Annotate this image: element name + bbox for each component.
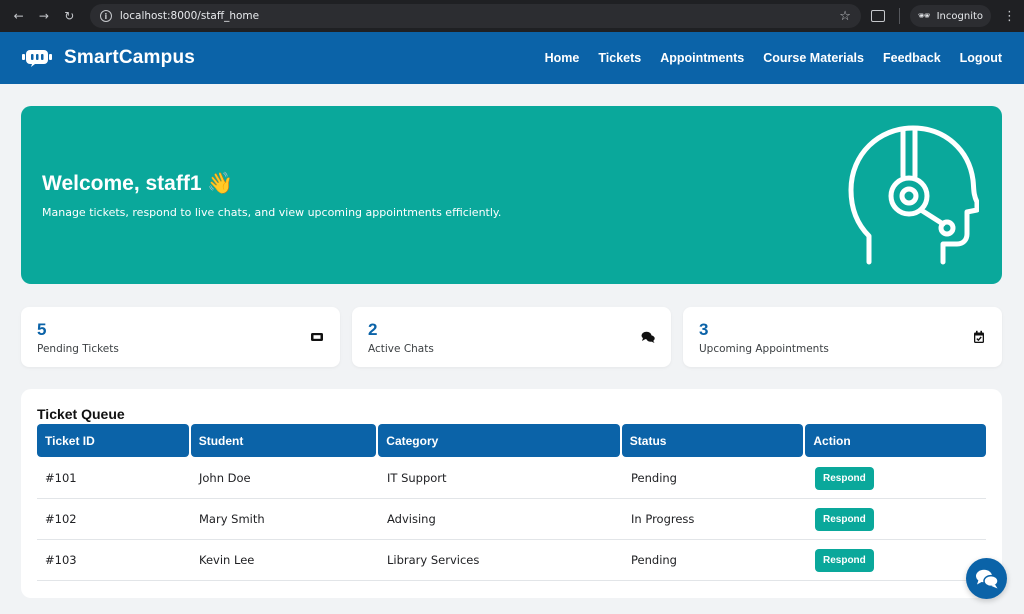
column-header-ticket-id: Ticket ID	[37, 424, 189, 457]
cell-status: Pending	[631, 471, 677, 485]
column-header-category: Category	[378, 424, 620, 457]
browser-menu-icon[interactable]: ⋮	[1003, 9, 1016, 24]
site-info-icon[interactable]: i	[99, 10, 112, 22]
incognito-label: Incognito	[936, 10, 984, 22]
nav-course-materials[interactable]: Course Materials	[763, 51, 864, 65]
back-icon[interactable]: ←	[8, 5, 29, 27]
stat-card-pending-tickets: 5 Pending Tickets	[21, 307, 340, 367]
brand[interactable]: SmartCampus	[22, 47, 195, 69]
respond-button[interactable]: Respond	[815, 507, 874, 531]
cell-student: Kevin Lee	[199, 553, 255, 567]
stat-value: 2	[368, 320, 378, 339]
cell-category: IT Support	[387, 471, 447, 485]
column-header-action: Action	[805, 424, 986, 457]
chat-icon	[641, 331, 655, 343]
headset-support-icon	[848, 125, 979, 265]
cell-student: John Doe	[199, 471, 251, 485]
brand-name: SmartCampus	[64, 47, 196, 68]
cell-action: Respond	[807, 507, 874, 531]
nav-tickets[interactable]: Tickets	[598, 51, 641, 65]
stat-label: Upcoming Appointments	[699, 343, 829, 355]
welcome-subtitle: Manage tickets, respond to live chats, a…	[42, 206, 502, 219]
ticket-icon	[311, 333, 323, 341]
incognito-icon: 🕶	[917, 10, 931, 22]
column-header-student: Student	[190, 424, 377, 457]
stat-label: Pending Tickets	[37, 343, 119, 355]
nav-logout[interactable]: Logout	[960, 51, 1002, 65]
brand-logo-icon	[22, 50, 52, 67]
live-chat-button[interactable]	[966, 558, 1007, 599]
cell-status: Pending	[631, 553, 677, 567]
table-row: #103 Kevin Lee Library Services Pending …	[37, 540, 986, 581]
cell-action: Respond	[807, 548, 874, 572]
table-header: Ticket ID Student Category Status Action	[37, 424, 986, 457]
app-navbar: SmartCampus Home Tickets Appointments Co…	[0, 32, 1024, 84]
url-text[interactable]: localhost:8000/staff_home	[120, 10, 839, 22]
cell-status: In Progress	[631, 512, 695, 526]
welcome-banner: Welcome, staff1 👋 Manage tickets, respon…	[21, 106, 1002, 284]
main-nav: Home Tickets Appointments Course Materia…	[526, 51, 1002, 65]
nav-appointments[interactable]: Appointments	[660, 51, 744, 65]
cell-category: Advising	[387, 512, 436, 526]
calendar-icon	[974, 330, 984, 343]
toolbar-divider	[898, 8, 900, 24]
table-body: #101 John Doe IT Support Pending Respond…	[37, 458, 986, 581]
cell-ticket-id: #101	[45, 471, 77, 485]
chat-bubbles-icon	[975, 569, 999, 588]
cell-action: Respond	[807, 466, 874, 490]
bookmark-star-icon[interactable]: ☆	[839, 9, 851, 24]
address-bar[interactable]: i localhost:8000/staff_home ☆	[89, 4, 861, 28]
reload-icon[interactable]: ↻	[59, 5, 80, 27]
cell-category: Library Services	[387, 553, 480, 567]
incognito-badge[interactable]: 🕶 Incognito	[909, 5, 992, 27]
browser-toolbar: ← → ↻ i localhost:8000/staff_home ☆ 🕶 In…	[0, 0, 1024, 32]
cell-ticket-id: #102	[45, 512, 77, 526]
stat-value: 5	[37, 320, 47, 339]
extensions-icon[interactable]	[870, 10, 885, 22]
stat-label: Active Chats	[368, 343, 434, 355]
ticket-queue-card: Ticket Queue Ticket ID Student Category …	[21, 389, 1002, 598]
column-header-status: Status	[621, 424, 804, 457]
stat-card-active-chats: 2 Active Chats	[352, 307, 671, 367]
cell-ticket-id: #103	[45, 553, 77, 567]
table-row: #102 Mary Smith Advising In Progress Res…	[37, 499, 986, 540]
stat-value: 3	[699, 320, 709, 339]
ticket-queue-title: Ticket Queue	[37, 406, 125, 422]
table-row: #101 John Doe IT Support Pending Respond	[37, 458, 986, 499]
respond-button[interactable]: Respond	[815, 466, 874, 490]
respond-button[interactable]: Respond	[815, 548, 874, 572]
forward-icon[interactable]: →	[33, 5, 54, 27]
nav-feedback[interactable]: Feedback	[883, 51, 941, 65]
nav-home[interactable]: Home	[545, 51, 580, 65]
cell-student: Mary Smith	[199, 512, 265, 526]
stat-card-upcoming-appointments: 3 Upcoming Appointments	[683, 307, 1002, 367]
welcome-title: Welcome, staff1 👋	[42, 172, 234, 195]
